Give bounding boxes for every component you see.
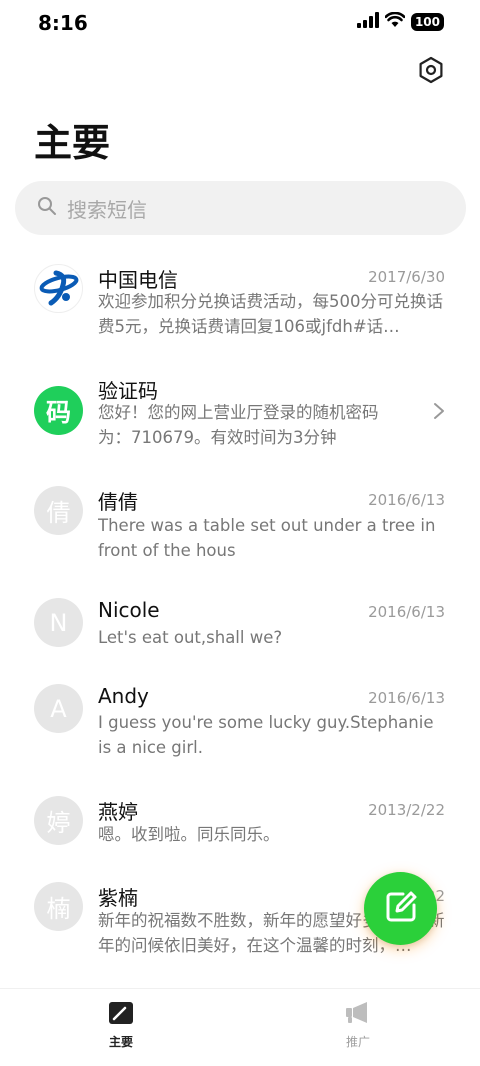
tab-promotion[interactable]: 推广 xyxy=(318,1001,398,1050)
message-date: 2016/6/13 xyxy=(368,689,445,707)
avatar-andy: A xyxy=(34,684,83,733)
message-item-verification-code[interactable]: 码 验证码 您好！您的网上营业厅登录的随机密码为：710679。有效时间为3分钟 xyxy=(0,356,480,468)
status-bar: 8:16 100 xyxy=(0,0,480,46)
message-item-qianqian[interactable]: 倩 倩倩 2016/6/13 There was a table set out… xyxy=(0,468,480,580)
avatar-yanting: 婷 xyxy=(34,796,83,845)
message-preview: 您好！您的网上营业厅登录的随机密码为：710679。有效时间为3分钟 xyxy=(98,403,379,447)
china-telecom-logo-icon xyxy=(36,265,82,312)
wifi-icon xyxy=(384,11,406,32)
message-preview: There was a table set out under a tree i… xyxy=(98,516,436,560)
avatar-qianqian: 倩 xyxy=(34,486,83,535)
bottom-tab-bar: 主要 推广 xyxy=(0,988,480,1066)
message-sender: 燕婷 xyxy=(98,800,138,824)
page-title: 主要 xyxy=(34,121,111,165)
avatar-china-telecom xyxy=(34,264,83,313)
status-icons: 100 xyxy=(356,11,444,32)
tab-main-label: 主要 xyxy=(108,1035,133,1049)
message-date: 2017/6/30 xyxy=(368,268,445,286)
message-sender: 倩倩 xyxy=(98,490,138,514)
message-sender: Nicole xyxy=(98,598,160,622)
message-sender: Andy xyxy=(98,684,149,708)
tab-main[interactable]: 主要 xyxy=(81,1001,161,1050)
avatar-verification: 码 xyxy=(34,386,83,435)
compose-message-button[interactable] xyxy=(364,872,437,945)
message-date: 2016/6/13 xyxy=(368,491,445,509)
battery-indicator: 100 xyxy=(410,13,444,31)
message-preview: I guess you're some lucky guy.Stephanie … xyxy=(98,713,434,757)
message-item-nicole[interactable]: N Nicole 2016/6/13 Let's eat out,shall w… xyxy=(0,580,480,667)
message-preview: 欢迎参加积分兑换话费活动，每500分可兑换话费5元，兑换话费请回复106或jfd… xyxy=(98,292,443,336)
message-preview: 嗯。收到啦。同乐同乐。 xyxy=(98,825,280,844)
tab-promotion-label: 推广 xyxy=(345,1035,370,1049)
search-bar[interactable]: 搜索短信 xyxy=(15,181,466,235)
message-sender: 紫楠 xyxy=(98,886,138,910)
main-messages-icon xyxy=(108,1001,134,1029)
status-time: 8:16 xyxy=(38,11,88,35)
avatar-nicole: N xyxy=(34,598,83,647)
chevron-right-icon[interactable] xyxy=(432,402,446,424)
cellular-signal-icon xyxy=(356,12,379,32)
message-date: 2016/6/13 xyxy=(368,603,445,621)
search-icon xyxy=(37,196,57,220)
message-item-yanting[interactable]: 婷 燕婷 2013/2/22 嗯。收到啦。同乐同乐。 xyxy=(0,779,480,866)
message-date: 2013/2/22 xyxy=(368,801,445,819)
compose-pencil-icon xyxy=(383,889,419,929)
avatar-zinan: 楠 xyxy=(34,882,83,931)
message-item-china-telecom[interactable]: 中国电信 2017/6/30 欢迎参加积分兑换话费活动，每500分可兑换话费5元… xyxy=(0,244,480,356)
settings-hexagon-icon xyxy=(417,56,445,88)
message-preview: Let's eat out,shall we? xyxy=(98,628,283,647)
message-item-andy[interactable]: A Andy 2016/6/13 I guess you're some luc… xyxy=(0,667,480,779)
search-placeholder: 搜索短信 xyxy=(67,197,147,222)
megaphone-icon xyxy=(345,1001,371,1029)
settings-button[interactable] xyxy=(415,56,447,88)
